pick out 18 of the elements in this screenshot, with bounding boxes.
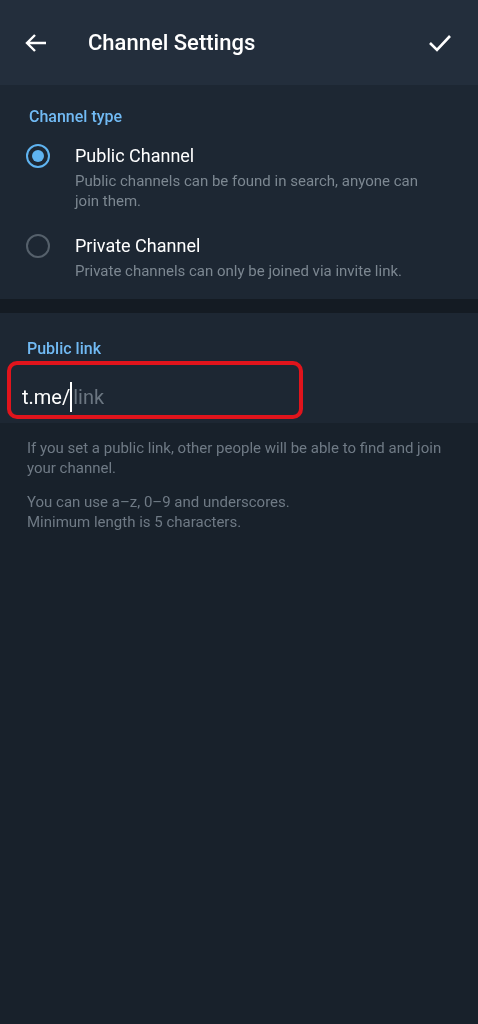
- section-heading: Channel type: [28, 106, 124, 128]
- link-field[interactable]: t.me/link: [0, 377, 290, 417]
- radio-button[interactable]: [26, 234, 50, 258]
- hint-text: If you set a public link, other people will be able to find and join your channel.: [27, 438, 443, 478]
- checkmark-icon: [428, 33, 452, 52]
- option-description: Public channels can be found in search, anyone can join them.: [75, 171, 419, 211]
- radio-option[interactable]: Private Channel Private channels can only be joined via invite link.: [0, 233, 478, 281]
- option-label: Public Channel: [75, 144, 196, 168]
- hint-text: You can use a–z, 0–9 and underscores. Minimum length is 5 characters.: [27, 492, 291, 532]
- option-label: Private Channel: [75, 234, 202, 258]
- back-arrow-icon: [25, 32, 47, 53]
- option-description: Private channels can only be joined via invite link.: [75, 261, 403, 281]
- link-input[interactable]: link: [70, 382, 221, 412]
- radio-option[interactable]: Public Channel Public channels can be found in search, anyone can join them.: [0, 143, 478, 211]
- link-prefix: t.me/: [22, 384, 71, 411]
- section-heading: Public link: [26, 338, 102, 360]
- screen-title: Channel Settings: [88, 29, 257, 57]
- radio-button[interactable]: [26, 144, 50, 168]
